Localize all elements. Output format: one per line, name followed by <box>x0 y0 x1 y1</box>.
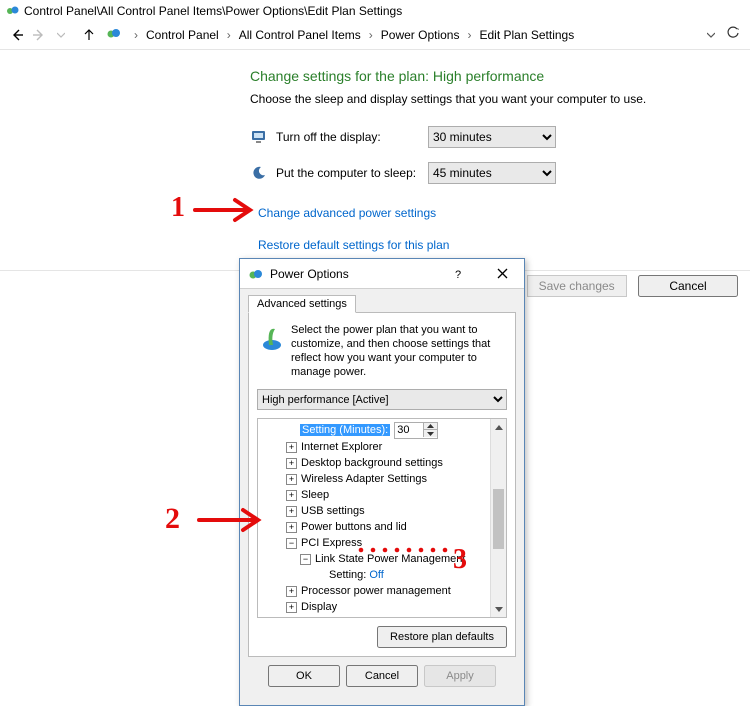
tree-node-ie[interactable]: Internet Explorer <box>301 441 382 453</box>
breadcrumb[interactable]: › Control Panel › All Control Panel Item… <box>100 23 700 47</box>
page-subtext: Choose the sleep and display settings th… <box>250 92 750 106</box>
expand-icon[interactable]: + <box>286 602 297 613</box>
svg-text:?: ? <box>455 269 461 280</box>
power-options-icon <box>6 3 20 20</box>
tree-node-display[interactable]: Display <box>301 601 337 613</box>
sleep-timeout-label: Put the computer to sleep: <box>276 166 428 180</box>
setting-label: Setting: <box>329 569 366 581</box>
page-heading: Change settings for the plan: High perfo… <box>250 68 750 84</box>
recent-dropdown-button[interactable] <box>50 24 72 46</box>
tree-node-desktop[interactable]: Desktop background settings <box>301 457 443 469</box>
expand-icon[interactable]: + <box>286 458 297 469</box>
tree-node-pci-express[interactable]: PCI Express <box>301 537 362 549</box>
window-title-text: Control Panel\All Control Panel Items\Po… <box>24 4 402 18</box>
expand-icon[interactable]: + <box>286 586 297 597</box>
refresh-button[interactable] <box>722 26 744 43</box>
display-timeout-label: Turn off the display: <box>276 130 428 144</box>
tree-node-cpu[interactable]: Processor power management <box>301 585 451 597</box>
collapse-icon[interactable]: − <box>300 554 311 565</box>
up-button[interactable] <box>78 24 100 46</box>
scrollbar[interactable] <box>490 419 506 617</box>
sleep-timeout-select[interactable]: 45 minutes <box>428 162 556 184</box>
expand-icon[interactable]: + <box>286 490 297 501</box>
scroll-thumb[interactable] <box>493 489 504 549</box>
scroll-up-button[interactable] <box>491 419 506 435</box>
power-plan-select[interactable]: High performance [Active] <box>257 389 507 410</box>
forward-button[interactable] <box>28 24 50 46</box>
expand-icon[interactable]: + <box>286 442 297 453</box>
restore-defaults-link[interactable]: Restore default settings for this plan <box>258 238 750 252</box>
expand-icon[interactable]: + <box>286 522 297 533</box>
nav-bar: › Control Panel › All Control Panel Item… <box>0 20 750 50</box>
save-changes-button[interactable]: Save changes <box>527 275 627 297</box>
expand-icon[interactable]: + <box>286 474 297 485</box>
close-button[interactable] <box>480 259 524 289</box>
power-plan-icon <box>257 323 291 379</box>
breadcrumb-item: Edit Plan Settings <box>477 26 576 44</box>
back-button[interactable] <box>6 24 28 46</box>
breadcrumb-item[interactable]: All Control Panel Items <box>237 26 363 44</box>
cancel-button[interactable]: Cancel <box>638 275 738 297</box>
chevron-right-icon[interactable]: › <box>128 28 144 42</box>
sleep-icon <box>250 165 268 181</box>
tree-node-link-state[interactable]: Link State Power Management <box>315 553 465 565</box>
svg-text:2: 2 <box>165 502 180 535</box>
power-options-dialog: Power Options ? Advanced settings Select… <box>239 258 525 706</box>
spinner-control[interactable] <box>394 422 438 439</box>
tree-node-usb[interactable]: USB settings <box>301 505 365 517</box>
chevron-right-icon[interactable]: › <box>363 28 379 42</box>
setting-value[interactable]: Off <box>369 569 383 581</box>
spinner-down-button[interactable] <box>424 430 437 437</box>
chevron-right-icon[interactable]: › <box>221 28 237 42</box>
tab-advanced-settings[interactable]: Advanced settings <box>248 295 356 313</box>
tree-node-power-buttons[interactable]: Power buttons and lid <box>301 521 407 533</box>
dialog-title: Power Options <box>270 267 436 281</box>
power-options-icon <box>106 25 122 44</box>
tabstrip: Advanced settings <box>248 295 516 313</box>
spinner-up-button[interactable] <box>424 423 437 430</box>
scroll-down-button[interactable] <box>491 601 506 617</box>
change-advanced-link[interactable]: Change advanced power settings <box>258 206 750 220</box>
spinner-label: Setting (Minutes): <box>300 424 390 436</box>
chevron-right-icon[interactable]: › <box>461 28 477 42</box>
dialog-intro-text: Select the power plan that you want to c… <box>291 323 507 379</box>
breadcrumb-item[interactable]: Control Panel <box>144 26 221 44</box>
tree-node-sleep[interactable]: Sleep <box>301 489 329 501</box>
ok-button[interactable]: OK <box>268 665 340 687</box>
restore-plan-defaults-button[interactable]: Restore plan defaults <box>377 626 507 648</box>
apply-button[interactable]: Apply <box>424 665 496 687</box>
display-icon <box>250 129 268 145</box>
help-button[interactable]: ? <box>436 259 480 289</box>
settings-tree[interactable]: Setting (Minutes): + Internet Explorer + D… <box>257 418 507 618</box>
collapse-icon[interactable]: − <box>286 538 297 549</box>
expand-icon[interactable]: + <box>286 506 297 517</box>
display-timeout-select[interactable]: 30 minutes <box>428 126 556 148</box>
breadcrumb-item[interactable]: Power Options <box>379 26 462 44</box>
address-dropdown-button[interactable] <box>700 24 722 46</box>
window-title-bar: Control Panel\All Control Panel Items\Po… <box>0 0 750 20</box>
spinner-input[interactable] <box>395 423 423 438</box>
power-options-icon <box>248 266 264 282</box>
tree-node-wifi[interactable]: Wireless Adapter Settings <box>301 473 427 485</box>
dialog-cancel-button[interactable]: Cancel <box>346 665 418 687</box>
